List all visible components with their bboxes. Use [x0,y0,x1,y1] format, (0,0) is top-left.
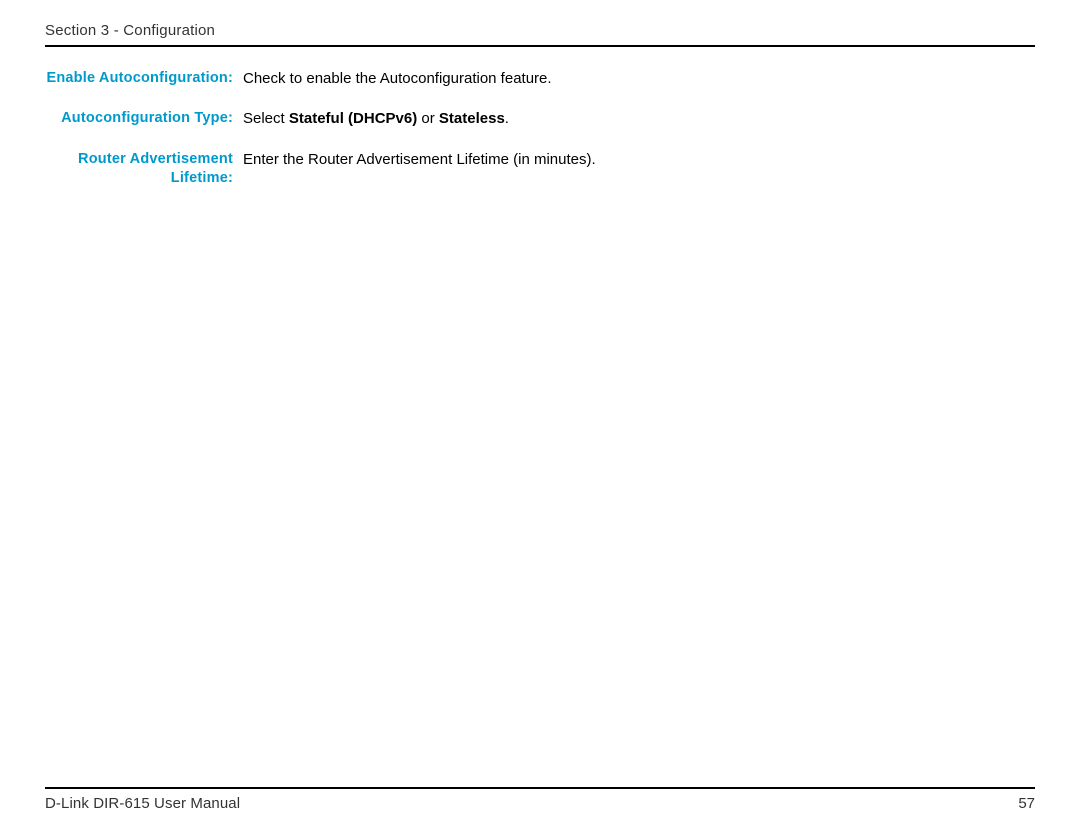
section-title: Section 3 - Configuration [45,22,215,39]
definition-label: Enable Autoconfiguration: [45,69,243,89]
definition-row-router-adv-lifetime: Router Advertisement Lifetime: Enter the… [45,150,1035,189]
definition-value: Check to enable the Autoconfiguration fe… [243,69,552,89]
manual-title: D-Link DIR-615 User Manual [45,795,240,812]
definition-text-bold: Stateful (DHCPv6) [289,110,417,127]
definition-text-bold: Stateless [439,110,505,127]
definition-label: Autoconfiguration Type: [45,109,243,129]
definition-text-prefix: Select [243,110,289,127]
definition-text-mid: or [417,110,439,127]
definition-row-autoconfig-type: Autoconfiguration Type: Select Stateful … [45,109,1035,129]
definition-text: Check to enable the Autoconfiguration fe… [243,70,552,87]
content-area: Enable Autoconfiguration: Check to enabl… [45,69,1035,189]
definition-text-suffix: . [505,110,509,127]
page-footer: D-Link DIR-615 User Manual 57 [45,787,1035,812]
definition-value: Enter the Router Advertisement Lifetime … [243,150,596,170]
page-header: Section 3 - Configuration [45,22,1035,47]
definition-text: Enter the Router Advertisement Lifetime … [243,151,596,168]
definition-value: Select Stateful (DHCPv6) or Stateless. [243,109,509,129]
definition-label: Router Advertisement Lifetime: [45,150,243,189]
page-number: 57 [1018,795,1035,812]
definition-row-enable-autoconfig: Enable Autoconfiguration: Check to enabl… [45,69,1035,89]
footer-content: D-Link DIR-615 User Manual 57 [45,787,1035,812]
